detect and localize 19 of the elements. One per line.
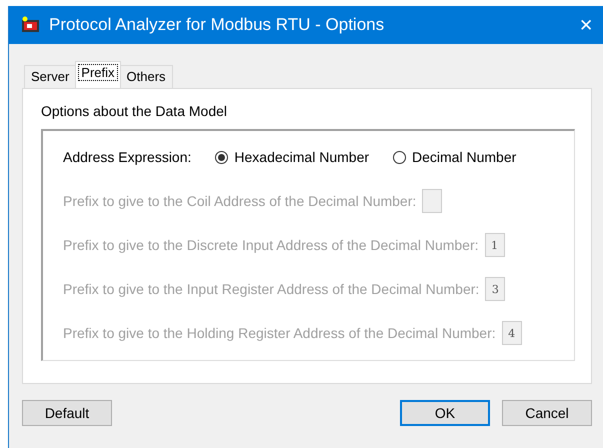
field-label: Prefix to give to the Holding Register Address of the Decimal Number: xyxy=(63,325,496,341)
section-heading: Options about the Data Model xyxy=(41,103,228,119)
app-icon xyxy=(21,16,41,34)
radio-label[interactable]: Hexadecimal Number xyxy=(234,149,370,165)
tab[interactable]: Prefix xyxy=(75,61,121,88)
window-title: Protocol Analyzer for Modbus RTU - Options xyxy=(49,15,386,35)
dialog-button[interactable]: OK xyxy=(400,400,490,426)
radio-label[interactable]: Decimal Number xyxy=(412,149,516,165)
field-label: Prefix to give to the Coil Address of the Decimal Number: xyxy=(63,193,416,209)
tab[interactable]: Others xyxy=(120,65,173,88)
radio-button[interactable] xyxy=(393,150,406,164)
field-label: Address Expression: xyxy=(63,149,192,165)
field-label: Prefix to give to the Input Register Address of the Decimal Number: xyxy=(63,281,480,297)
field-label: Prefix to give to the Discrete Input Address of the Decimal Number: xyxy=(63,237,479,253)
close-icon[interactable]: ✕ xyxy=(569,14,603,36)
dialog-button[interactable]: Default xyxy=(22,400,112,426)
tab[interactable]: Server xyxy=(24,65,76,88)
radio-button[interactable] xyxy=(215,150,228,164)
dialog-button[interactable]: Cancel xyxy=(502,400,592,426)
